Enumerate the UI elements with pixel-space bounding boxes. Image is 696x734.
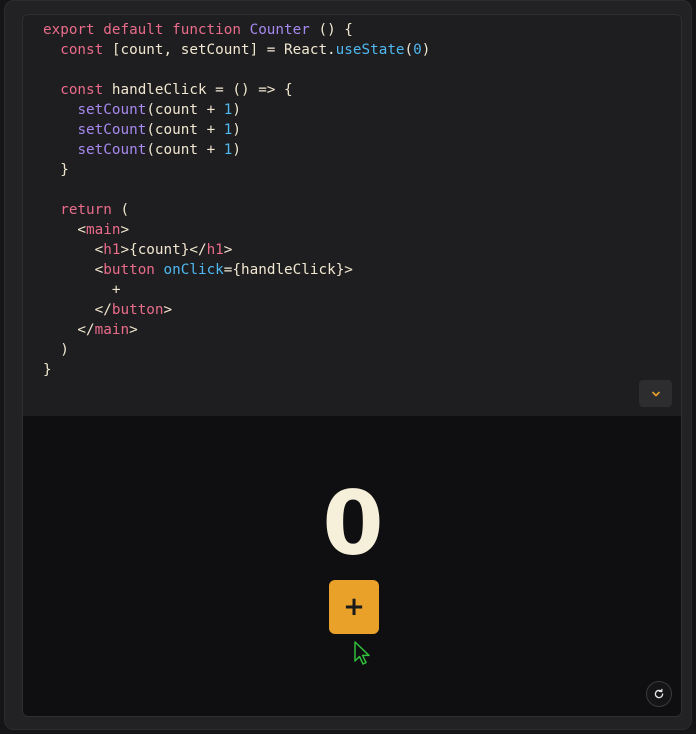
code-token: } (43, 162, 69, 178)
code-token: > (223, 242, 233, 258)
code-token: > (163, 302, 173, 318)
code-playground: export default function Counter () { con… (4, 0, 692, 730)
code-token: () { (309, 22, 353, 38)
code-line: export default function Counter () { (43, 20, 430, 40)
code-token: > (120, 222, 130, 238)
expand-button[interactable] (639, 380, 672, 407)
code-token: } (43, 362, 52, 378)
code-token: [count, setCount] = React. (103, 42, 336, 58)
code-token: ) (232, 142, 241, 158)
code-line: setCount(count + 1) (43, 100, 430, 120)
count-heading: 0 (322, 472, 384, 575)
code-line: ) (43, 340, 430, 360)
code-token: (count + (146, 122, 224, 138)
code-token: ( (404, 42, 414, 58)
code-token: handleClick = () => { (103, 82, 293, 98)
code-token: (count + (146, 142, 224, 158)
code-line: <button onClick={handleClick}> (43, 260, 430, 280)
code-token: < (43, 262, 104, 278)
code-line: <main> (43, 220, 430, 240)
code-token: setCount (77, 102, 147, 118)
code-token: ={handleClick}> (223, 262, 353, 278)
code-line: </button> (43, 300, 430, 320)
code-token: + (43, 282, 121, 298)
cursor-arrow-icon (354, 641, 370, 665)
code-token: < (43, 222, 87, 238)
code-token: main (86, 222, 121, 238)
code-token: h1 (103, 242, 121, 258)
increment-button[interactable]: + (329, 580, 379, 634)
chevron-down-icon (651, 391, 660, 396)
code-token: 0 (413, 42, 422, 58)
refresh-button[interactable] (646, 681, 672, 707)
code-token: </ (43, 322, 95, 338)
code-block[interactable]: export default function Counter () { con… (43, 20, 430, 380)
code-token: export default function (43, 22, 250, 38)
code-line: </main> (43, 320, 430, 340)
code-token: ( (111, 202, 130, 218)
code-token: button (111, 302, 164, 318)
code-token: ) (421, 42, 431, 58)
code-token: < (43, 242, 104, 258)
code-line: } (43, 360, 430, 380)
code-token: onClick (163, 262, 224, 278)
code-token: main (94, 322, 130, 338)
code-token: >{count}</ (120, 242, 207, 258)
code-token: </ (43, 302, 112, 318)
code-token: button (103, 262, 155, 278)
code-token: Counter (249, 22, 310, 38)
code-line: const handleClick = () => { (43, 80, 430, 100)
code-token: h1 (206, 242, 224, 258)
code-token: ) (43, 342, 69, 358)
code-token: ) (232, 102, 241, 118)
code-line: setCount(count + 1) (43, 140, 430, 160)
code-line: const [count, setCount] = React.useState… (43, 40, 430, 60)
code-token: > (129, 322, 138, 338)
preview-panel: 0 + (22, 416, 682, 717)
code-token: ) (232, 122, 241, 138)
code-token: useState (335, 42, 405, 58)
code-line: + (43, 280, 430, 300)
code-line: <h1>{count}</h1> (43, 240, 430, 260)
code-line: return ( (43, 200, 430, 220)
code-token: return (60, 202, 112, 218)
code-line: setCount(count + 1) (43, 120, 430, 140)
refresh-icon (654, 688, 664, 699)
code-token: const (60, 82, 104, 98)
code-token: setCount (77, 142, 147, 158)
code-editor[interactable]: export default function Counter () { con… (22, 14, 682, 416)
code-line: } (43, 160, 430, 180)
code-token: const (60, 42, 104, 58)
code-token: (count + (146, 102, 224, 118)
code-token: setCount (77, 122, 147, 138)
